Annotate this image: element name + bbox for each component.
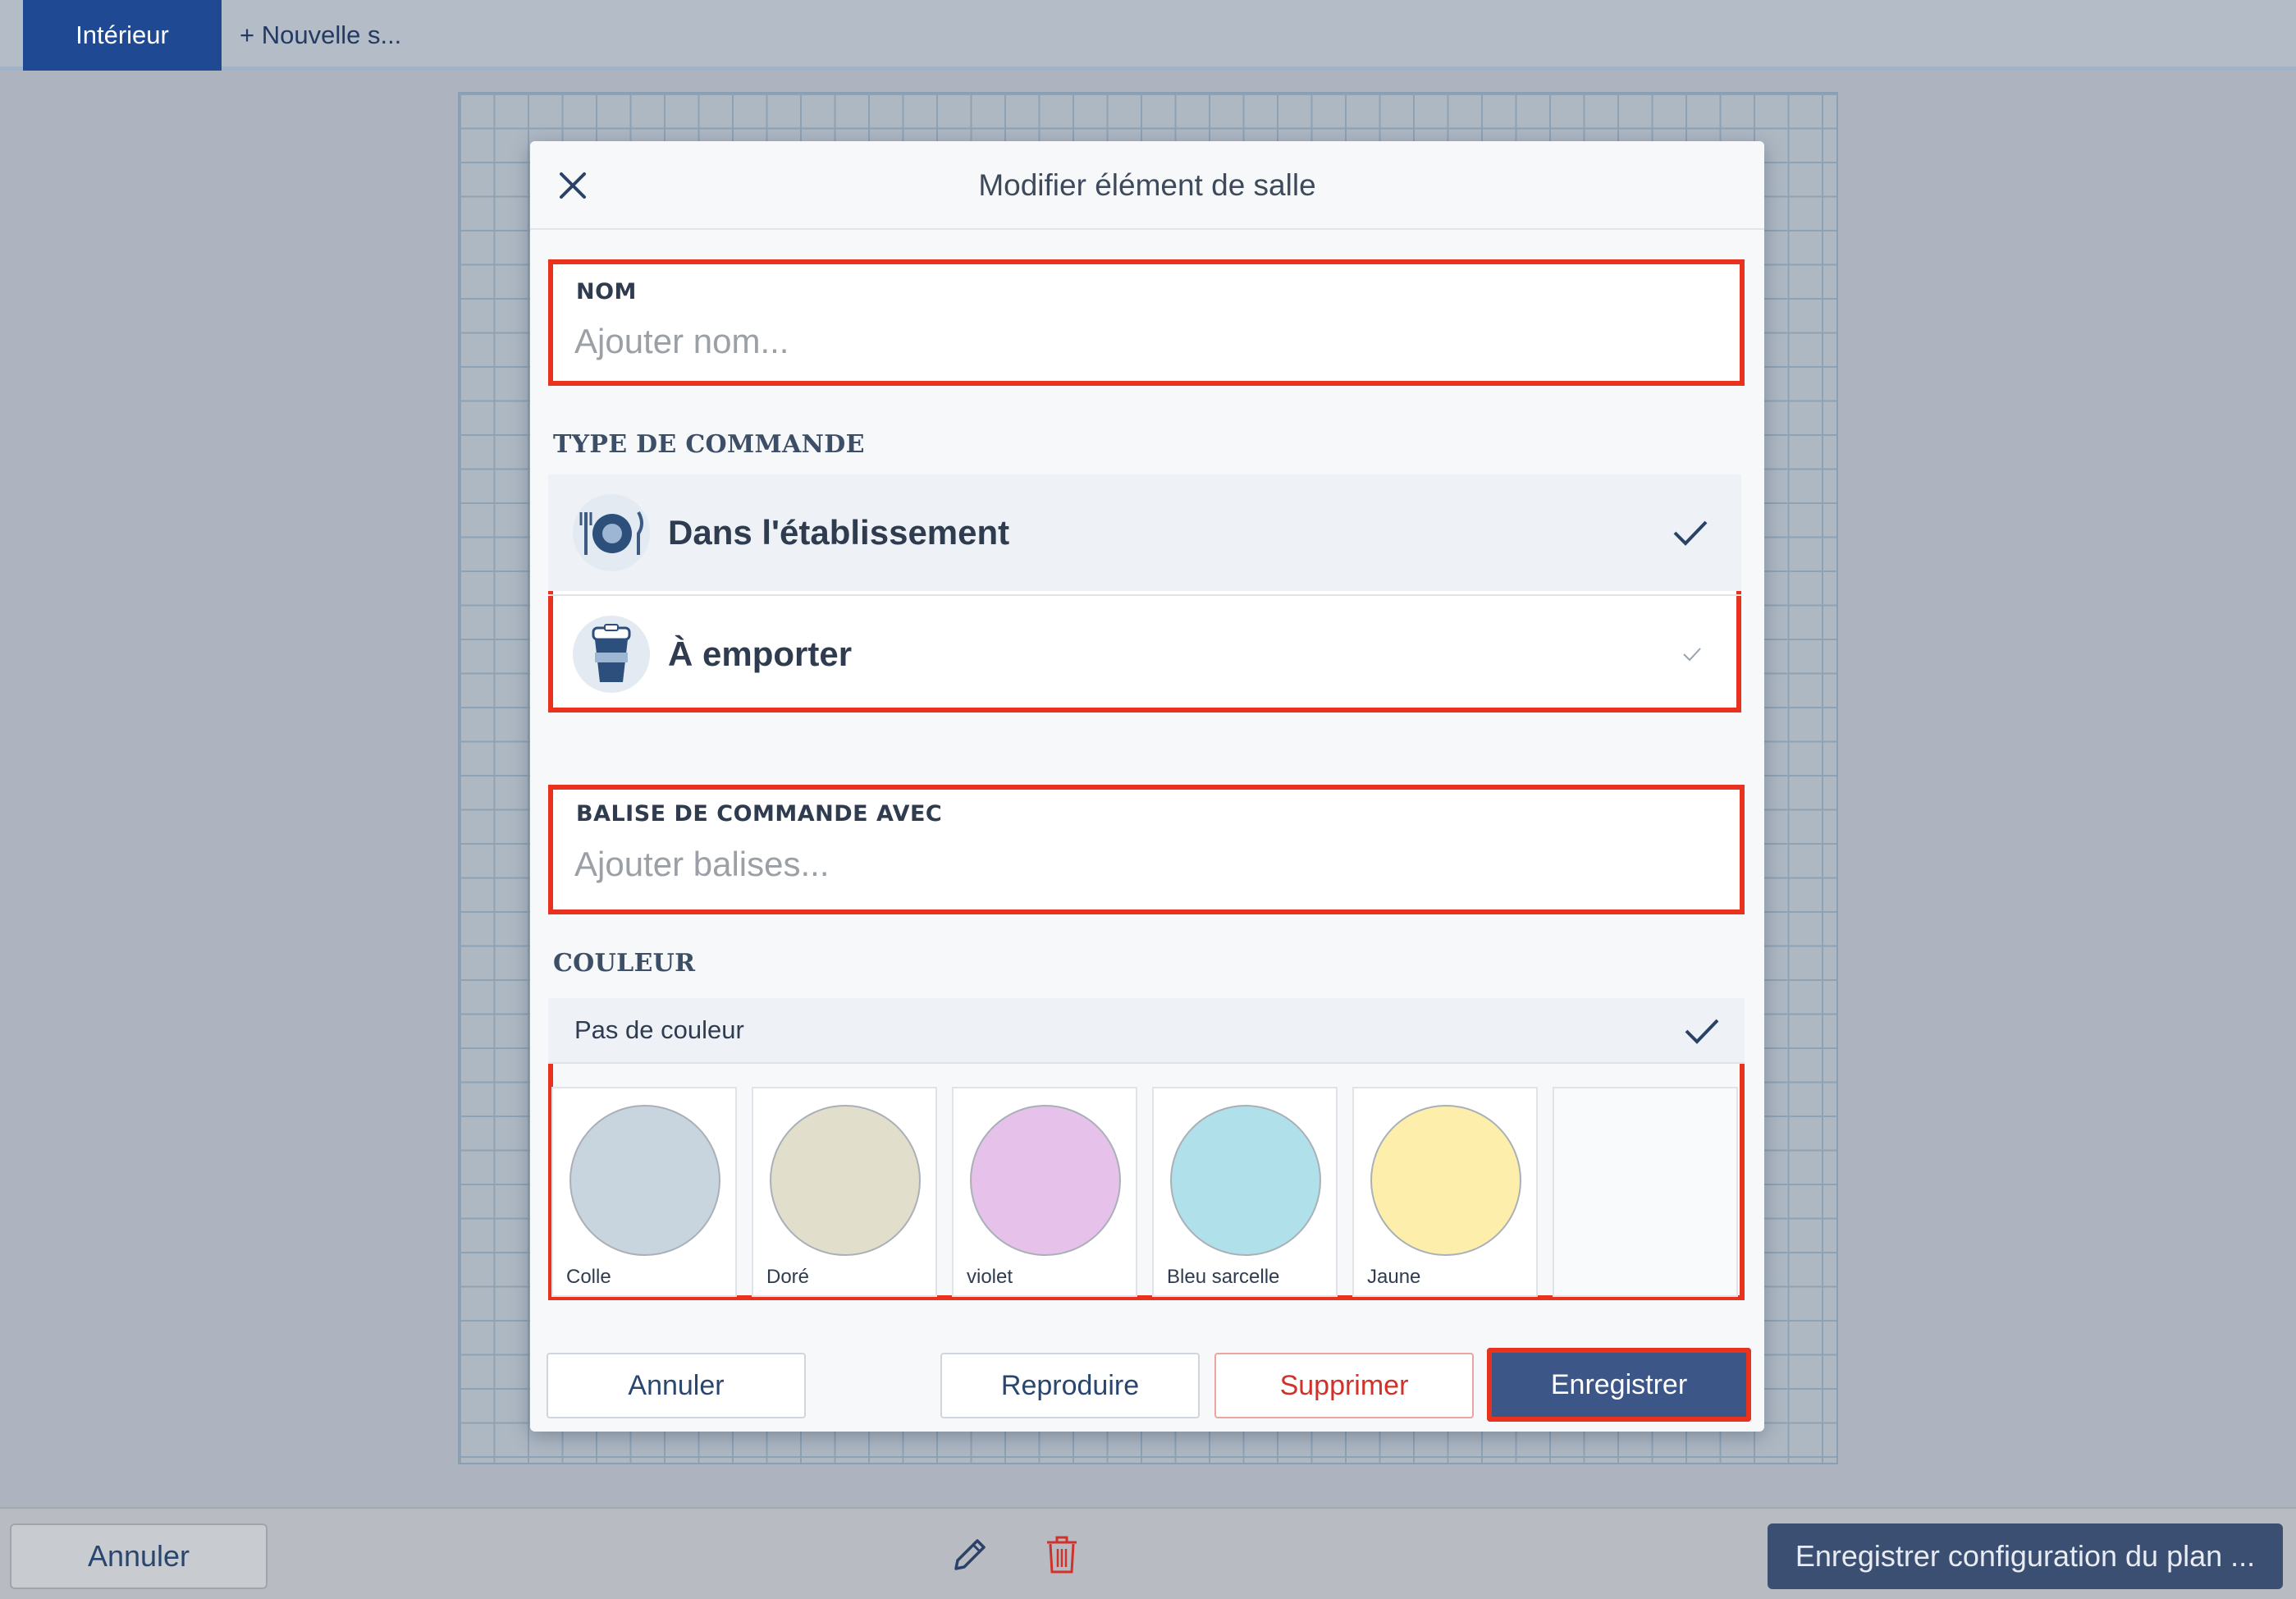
name-field[interactable]: NOM	[548, 259, 1745, 386]
order-type-list: Dans l'établissement À emporter	[548, 474, 1741, 712]
check-icon	[1673, 520, 1708, 546]
color-picker: Pas de couleur Colle Doré violet Bleu sa…	[548, 998, 1745, 1300]
order-type-section-label: TYPE DE COMMANDE	[553, 430, 865, 459]
delete-button[interactable]: Supprimer	[1214, 1353, 1474, 1418]
swatch-circle	[770, 1105, 921, 1256]
no-color-option[interactable]: Pas de couleur	[548, 998, 1745, 1064]
swatch-label: Jaune	[1367, 1266, 1421, 1288]
close-icon	[560, 172, 586, 199]
order-type-label: À emporter	[668, 635, 853, 673]
order-tag-field-label: BALISE DE COMMANDE AVEC	[576, 801, 943, 827]
color-section-label: COULEUR	[553, 949, 696, 978]
pencil-icon	[954, 1539, 986, 1570]
close-button[interactable]	[538, 151, 607, 220]
name-field-label: NOM	[576, 279, 637, 305]
new-section-tab[interactable]: + Nouvelle s...	[240, 0, 401, 71]
swatch-label: Doré	[766, 1266, 810, 1288]
swatch-circle	[1170, 1105, 1321, 1256]
swatch-label: Colle	[566, 1266, 611, 1288]
color-swatch-colle[interactable]: Colle	[551, 1087, 737, 1297]
color-swatch-empty	[1553, 1087, 1738, 1297]
cancel-button[interactable]: Annuler	[547, 1353, 806, 1418]
swatch-label: violet	[967, 1266, 1013, 1288]
plan-cancel-button[interactable]: Annuler	[10, 1523, 268, 1589]
color-swatch-dore[interactable]: Doré	[752, 1087, 937, 1297]
no-color-label: Pas de couleur	[574, 1015, 744, 1044]
order-tag-field[interactable]: BALISE DE COMMANDE AVEC	[548, 785, 1745, 914]
name-input[interactable]	[574, 317, 1682, 366]
check-icon	[1683, 648, 1701, 662]
order-type-option-dine-in[interactable]: Dans l'établissement	[548, 474, 1741, 591]
save-plan-configuration-button[interactable]: Enregistrer configuration du plan ...	[1768, 1523, 2283, 1589]
trash-icon	[1047, 1536, 1077, 1574]
color-swatch-bleu-sarcelle[interactable]: Bleu sarcelle	[1152, 1087, 1338, 1297]
save-button[interactable]: Enregistrer	[1487, 1348, 1751, 1422]
dialog-header: Modifier élément de salle	[530, 141, 1764, 230]
top-tab-bar: Intérieur + Nouvelle s...	[0, 0, 2296, 71]
swatch-circle	[970, 1105, 1121, 1256]
swatch-label: Bleu sarcelle	[1167, 1266, 1280, 1288]
color-swatch-jaune[interactable]: Jaune	[1352, 1087, 1538, 1297]
bottom-toolbar: Annuler Enregistrer configuration du pla…	[0, 1507, 2296, 1599]
tab-interieur[interactable]: Intérieur	[23, 0, 222, 71]
dialog-title: Modifier élément de salle	[978, 168, 1316, 202]
order-type-option-takeaway[interactable]: À emporter	[548, 596, 1741, 712]
delete-element-button[interactable]	[1039, 1532, 1085, 1578]
plate-cutlery-icon	[573, 494, 650, 571]
swatch-circle	[569, 1105, 720, 1256]
check-icon	[1685, 1019, 1719, 1044]
duplicate-button[interactable]: Reproduire	[940, 1353, 1200, 1418]
swatch-circle	[1370, 1105, 1521, 1256]
takeaway-cup-icon	[573, 616, 650, 693]
color-swatch-violet[interactable]: violet	[952, 1087, 1137, 1297]
edit-button[interactable]	[947, 1532, 993, 1578]
order-tag-input[interactable]	[574, 839, 1682, 890]
order-type-label: Dans l'établissement	[668, 513, 1010, 552]
